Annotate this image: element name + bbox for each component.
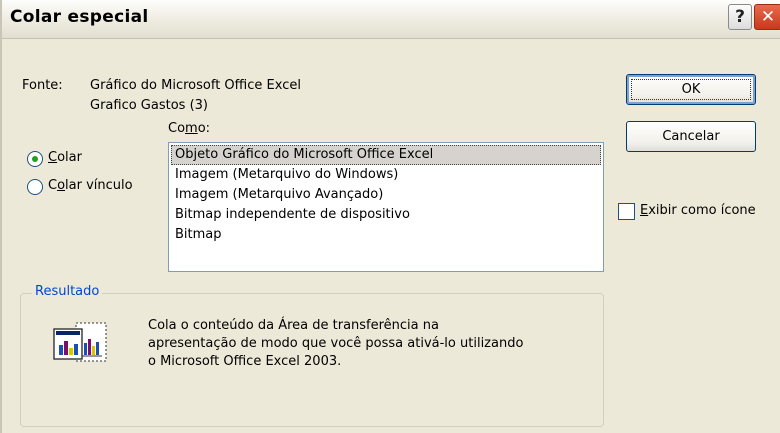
list-item[interactable]: Bitmap independente de dispositivo [171, 205, 601, 225]
source-name: Gráfico do Microsoft Office Excel [90, 78, 301, 93]
ok-button[interactable]: OK [626, 74, 756, 105]
display-as-icon-label[interactable]: Exibir como ícone [640, 203, 756, 218]
result-description: Cola o conteúdo da Área de transferência… [148, 317, 523, 371]
focus-ring [631, 79, 751, 100]
result-legend: Resultado [32, 284, 103, 299]
result-line: apresentação de modo que você possa ativ… [148, 336, 524, 351]
source-detail: Grafico Gastos (3) [90, 98, 208, 113]
result-line: Cola o conteúdo da Área de transferência… [148, 318, 439, 333]
source-label: Fonte: [22, 78, 63, 93]
help-icon: ? [735, 7, 745, 27]
close-button[interactable]: ✕ [754, 4, 780, 30]
result-line: o Microsoft Office Excel 2003. [148, 354, 342, 369]
cancel-button[interactable]: Cancelar [626, 121, 756, 152]
paste-chart-icon [53, 322, 107, 362]
como-label: Como: [168, 121, 211, 136]
title-bar[interactable]: Colar especial ? ✕ [2, 0, 780, 39]
dialog-title: Colar especial [10, 7, 149, 27]
paste-special-dialog: Colar especial ? ✕ Fonte: Gráfico do Mic… [0, 0, 780, 433]
paste-link-radio[interactable] [27, 179, 43, 195]
list-item[interactable]: Imagem (Metarquivo do Windows) [171, 165, 601, 185]
close-icon: ✕ [760, 7, 776, 27]
list-item[interactable]: Objeto Gráfico do Microsoft Office Excel [171, 145, 601, 165]
cancel-button-label: Cancelar [662, 129, 720, 144]
list-item[interactable]: Bitmap [171, 225, 601, 245]
paste-as-listbox[interactable]: Objeto Gráfico do Microsoft Office Excel… [168, 142, 604, 272]
paste-radio-label[interactable]: Colar [48, 150, 82, 165]
display-as-icon-checkbox[interactable] [618, 203, 635, 220]
paste-radio[interactable] [27, 151, 43, 167]
list-item[interactable]: Imagem (Metarquivo Avançado) [171, 185, 601, 205]
paste-link-radio-label[interactable]: Colar vínculo [48, 178, 133, 193]
help-button[interactable]: ? [728, 4, 752, 30]
